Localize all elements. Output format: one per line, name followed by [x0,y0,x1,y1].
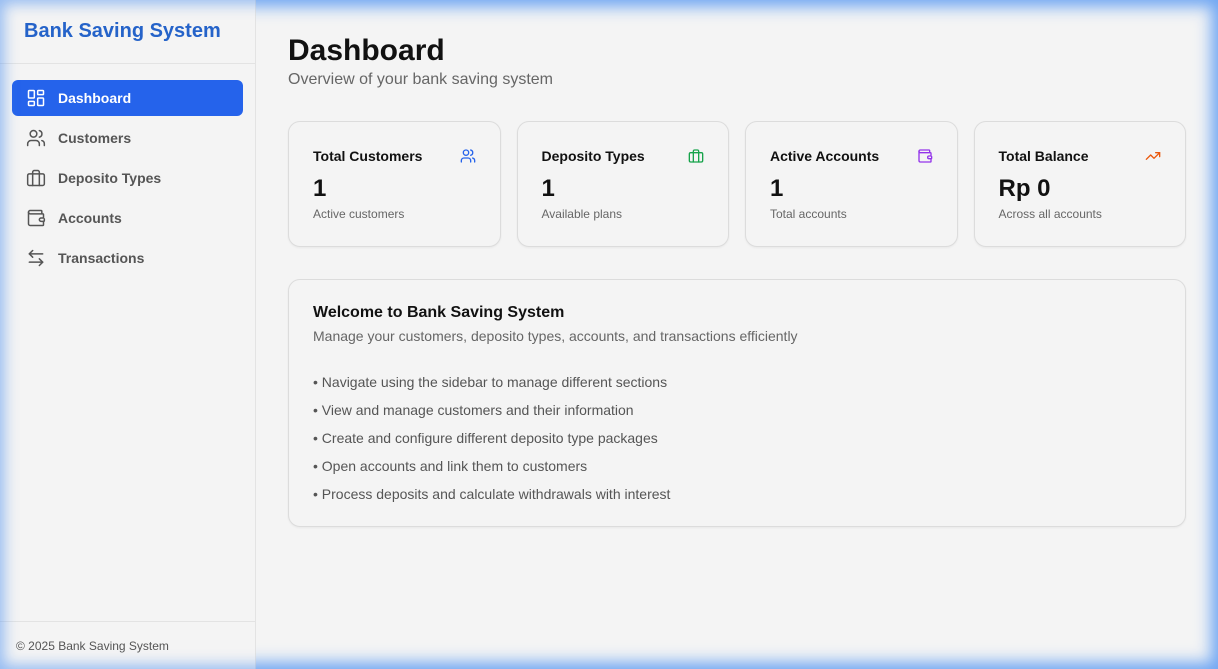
stat-label: Total Balance [998,148,1089,164]
sidebar-item-label: Transactions [58,250,145,266]
main-content: Dashboard Overview of your bank saving s… [256,0,1218,669]
sidebar-item-label: Dashboard [58,90,132,106]
wallet-icon [917,149,932,163]
sidebar-item-label: Accounts [58,210,122,226]
sidebar-item-deposito-types[interactable]: Deposito Types [12,160,243,196]
stat-card-total-balance: Total Balance Rp 0 Across all accounts [973,121,1186,247]
users-icon [460,149,475,163]
briefcase-icon [688,149,704,163]
dashboard-grid-icon [27,89,45,107]
welcome-description: Manage your customers, deposito types, a… [313,328,798,344]
stat-value: 1 [313,175,327,202]
sidebar-item-customers[interactable]: Customers [12,120,243,156]
stat-card-active-accounts: Active Accounts 1 Total accounts [745,121,958,247]
sidebar-item-transactions[interactable]: Transactions [12,240,243,276]
list-item: • Open accounts and link them to custome… [313,458,588,474]
stats-grid: Total Customers 1 Active customers Depos… [288,121,1186,247]
stat-value: 1 [770,175,784,202]
list-item: • Navigate using the sidebar to manage d… [313,374,668,390]
app-window: Bank Saving System Dashboard Customers D… [0,0,1218,669]
sidebar: Bank Saving System Dashboard Customers D… [0,0,256,669]
wallet-icon [27,209,46,227]
trending-up-icon [1145,152,1161,160]
page-title: Dashboard [288,34,445,67]
list-item: • View and manage customers and their in… [313,402,634,418]
list-item: • Create and configure different deposit… [313,430,658,446]
page-subtitle: Overview of your bank saving system [288,71,553,88]
stat-note: Across all accounts [998,207,1102,221]
sidebar-nav: Dashboard Customers Deposito Types Accou… [0,64,255,292]
welcome-list: • Navigate using the sidebar to manage d… [313,368,1161,508]
stat-value: Rp 0 [998,175,1051,202]
welcome-card: Welcome to Bank Saving System Manage you… [288,279,1186,527]
stat-card-deposito-types: Deposito Types 1 Available plans [516,121,729,247]
sidebar-item-accounts[interactable]: Accounts [12,200,243,236]
sidebar-item-label: Deposito Types [58,170,162,186]
stat-note: Active customers [313,207,405,221]
sidebar-item-label: Customers [58,130,132,146]
sidebar-item-dashboard[interactable]: Dashboard [12,80,243,116]
welcome-title: Welcome to Bank Saving System [313,304,565,321]
stat-note: Total accounts [770,207,847,221]
briefcase-icon [26,169,46,187]
stat-label: Deposito Types [541,148,645,164]
stat-label: Total Customers [313,148,423,164]
stat-label: Active Accounts [770,148,880,164]
brand-title: Bank Saving System [0,0,255,64]
arrows-left-right-icon [28,249,44,267]
sidebar-footer: © 2025 Bank Saving System [0,621,255,669]
stat-card-total-customers: Total Customers 1 Active customers [288,121,501,247]
users-icon [26,129,46,147]
stat-note: Available plans [541,207,623,221]
stat-value: 1 [541,175,555,202]
list-item: • Process deposits and calculate withdra… [313,486,671,502]
